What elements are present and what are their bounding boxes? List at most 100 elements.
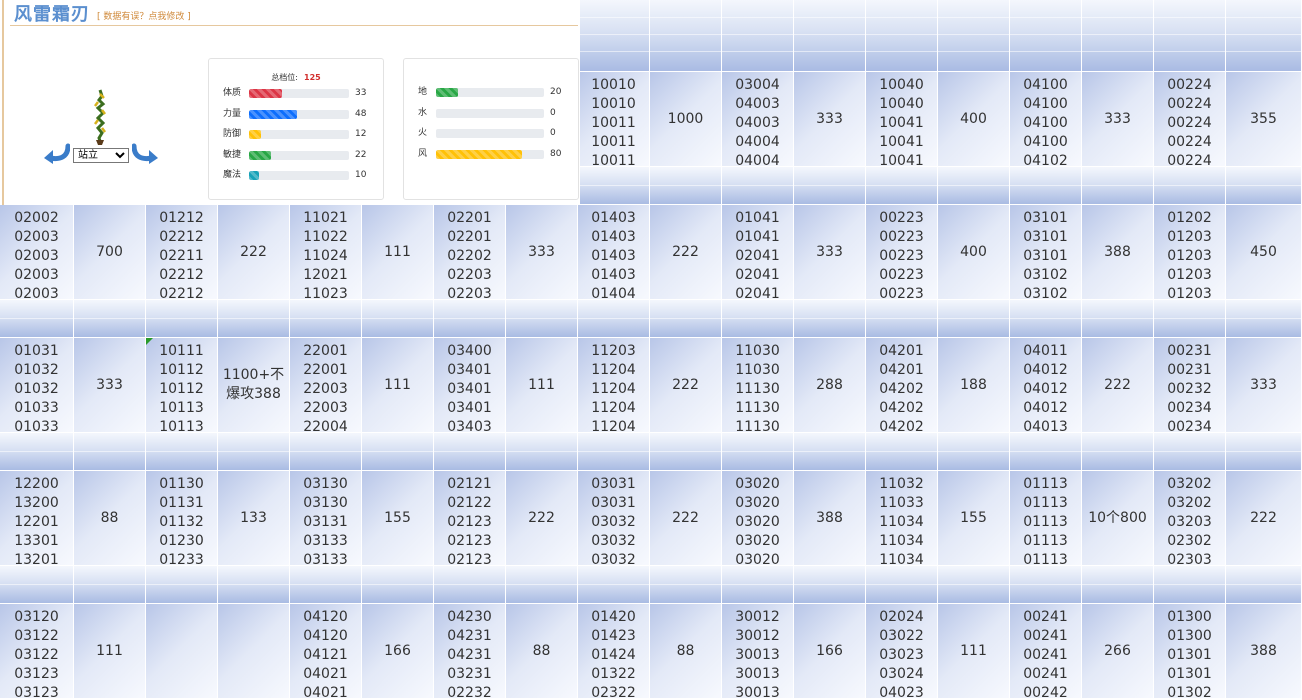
- grid-band-cell: [74, 566, 146, 604]
- value-cell[interactable]: 10个800: [1082, 471, 1154, 566]
- code-cell[interactable]: 04011 04012 04012 04012 04013: [1010, 338, 1082, 433]
- code-line: 30012: [735, 609, 780, 625]
- value-cell[interactable]: 333: [794, 72, 866, 167]
- code-cell[interactable]: 04100 04100 04100 04100 04102: [1010, 72, 1082, 167]
- code-cell[interactable]: 10040 10040 10041 10041 10041: [866, 72, 938, 167]
- value-text: 155: [960, 509, 987, 526]
- value-cell[interactable]: 1100+不爆攻388: [218, 338, 290, 433]
- value-cell[interactable]: 266: [1082, 604, 1154, 699]
- code-cell[interactable]: 03004 04003 04003 04004 04004: [722, 72, 794, 167]
- value-cell[interactable]: 450: [1226, 205, 1302, 300]
- value-cell[interactable]: 111: [938, 604, 1010, 699]
- value-cell[interactable]: 700: [74, 205, 146, 300]
- value-cell[interactable]: 88: [74, 471, 146, 566]
- code-list: 11030 11030 11130 11130 11130: [722, 342, 793, 432]
- value-cell[interactable]: 88: [650, 604, 722, 699]
- code-cell[interactable]: 01130 01131 01132 01230 01233: [146, 471, 218, 566]
- value-cell[interactable]: 388: [1226, 604, 1302, 699]
- code-cell[interactable]: 01041 01041 02041 02041 02041: [722, 205, 794, 300]
- value-cell[interactable]: 111: [506, 338, 578, 433]
- value-cell[interactable]: 222: [218, 205, 290, 300]
- code-cell[interactable]: 03031 03031 03032 03032 03032: [578, 471, 650, 566]
- code-cell[interactable]: 11203 11204 11204 11204 11204: [578, 338, 650, 433]
- value-cell[interactable]: 333: [1082, 72, 1154, 167]
- code-cell[interactable]: 03120 03122 03122 03123 03123: [0, 604, 74, 699]
- value-cell[interactable]: 222: [1226, 471, 1302, 566]
- value-cell[interactable]: 188: [938, 338, 1010, 433]
- code-cell[interactable]: 02002 02003 02003 02003 02003: [0, 205, 74, 300]
- code-line: 04100: [1023, 115, 1068, 131]
- stance-select[interactable]: 站立: [73, 148, 129, 163]
- code-cell[interactable]: 01113 01113 01113 01113 01113: [1010, 471, 1082, 566]
- stat-value: 20: [550, 87, 562, 97]
- code-cell[interactable]: 12200 13200 12201 13301 13201: [0, 471, 74, 566]
- code-cell[interactable]: 03101 03101 03101 03102 03102: [1010, 205, 1082, 300]
- value-cell[interactable]: 88: [506, 604, 578, 699]
- report-error-link[interactable]: [ 数据有误？点我修改 ]: [97, 9, 191, 22]
- code-cell[interactable]: 00231 00231 00232 00234 00234: [1154, 338, 1226, 433]
- code-cell[interactable]: 01212 02212 02211 02212 02212: [146, 205, 218, 300]
- value-cell[interactable]: 400: [938, 205, 1010, 300]
- code-line: 01031: [14, 343, 59, 359]
- value-cell[interactable]: 111: [362, 205, 434, 300]
- value-cell[interactable]: 333: [74, 338, 146, 433]
- code-cell[interactable]: 04120 04120 04121 04021 04021: [290, 604, 362, 699]
- value-cell[interactable]: 400: [938, 72, 1010, 167]
- value-cell[interactable]: 355: [1226, 72, 1302, 167]
- code-cell[interactable]: 00224 00224 00224 00224 00224: [1154, 72, 1226, 167]
- value-text: 355: [1250, 110, 1277, 127]
- code-cell[interactable]: 02121 02122 02123 02123 02123: [434, 471, 506, 566]
- rotate-left-icon[interactable]: [42, 143, 70, 165]
- code-cell[interactable]: 10111 10112 10112 10113 10113: [146, 338, 218, 433]
- band-stripe: [146, 451, 217, 452]
- code-line: 00224: [1167, 134, 1212, 150]
- value-cell[interactable]: 111: [362, 338, 434, 433]
- value-cell[interactable]: 111: [74, 604, 146, 699]
- value-cell[interactable]: 133: [218, 471, 290, 566]
- code-cell[interactable]: 02024 03022 03023 03024 04023: [866, 604, 938, 699]
- value-cell[interactable]: 288: [794, 338, 866, 433]
- code-line: 01403: [591, 210, 636, 226]
- value-cell[interactable]: 155: [938, 471, 1010, 566]
- value-cell[interactable]: 333: [794, 205, 866, 300]
- code-cell[interactable]: 02201 02201 02202 02203 02203: [434, 205, 506, 300]
- value-cell[interactable]: 388: [1082, 205, 1154, 300]
- code-cell[interactable]: 30012 30012 30013 30013 30013: [722, 604, 794, 699]
- value-cell[interactable]: 1000: [650, 72, 722, 167]
- code-line: 01212: [159, 210, 204, 226]
- value-cell[interactable]: 166: [794, 604, 866, 699]
- code-cell[interactable]: 01403 01403 01403 01403 01404: [578, 205, 650, 300]
- code-cell[interactable]: 01031 01032 01032 01033 01033: [0, 338, 74, 433]
- code-cell[interactable]: 10010 10010 10011 10011 10011: [578, 72, 650, 167]
- code-cell[interactable]: 00241 00241 00241 00241 00242: [1010, 604, 1082, 699]
- code-cell[interactable]: 03400 03401 03401 03401 03403: [434, 338, 506, 433]
- value-cell[interactable]: 166: [362, 604, 434, 699]
- code-cell[interactable]: 22001 22001 22003 22003 22004: [290, 338, 362, 433]
- code-line: 02003: [14, 267, 59, 283]
- rotate-right-icon[interactable]: [132, 143, 160, 165]
- code-cell[interactable]: [146, 604, 218, 699]
- code-cell[interactable]: 00223 00223 00223 00223 00223: [866, 205, 938, 300]
- code-cell[interactable]: 01300 01300 01301 01301 01302: [1154, 604, 1226, 699]
- value-cell[interactable]: 222: [1082, 338, 1154, 433]
- value-cell[interactable]: 222: [650, 205, 722, 300]
- code-cell[interactable]: 04201 04201 04202 04202 04202: [866, 338, 938, 433]
- value-cell[interactable]: 388: [794, 471, 866, 566]
- code-cell[interactable]: 03020 03020 03020 03020 03020: [722, 471, 794, 566]
- code-cell[interactable]: 03130 03130 03131 03133 03133: [290, 471, 362, 566]
- value-cell[interactable]: 222: [506, 471, 578, 566]
- value-cell[interactable]: 222: [650, 338, 722, 433]
- value-cell[interactable]: [218, 604, 290, 699]
- code-cell[interactable]: 03202 03202 03203 02302 02303: [1154, 471, 1226, 566]
- code-cell[interactable]: 11021 11022 11024 12021 11023: [290, 205, 362, 300]
- code-line: 22003: [303, 381, 348, 397]
- code-cell[interactable]: 01202 01203 01203 01203 01203: [1154, 205, 1226, 300]
- value-cell[interactable]: 333: [1226, 338, 1302, 433]
- value-cell[interactable]: 222: [650, 471, 722, 566]
- code-cell[interactable]: 01420 01423 01424 01322 02322: [578, 604, 650, 699]
- code-cell[interactable]: 04230 04231 04231 03231 02232: [434, 604, 506, 699]
- value-cell[interactable]: 333: [506, 205, 578, 300]
- code-cell[interactable]: 11030 11030 11130 11130 11130: [722, 338, 794, 433]
- code-cell[interactable]: 11032 11033 11034 11034 11034: [866, 471, 938, 566]
- value-cell[interactable]: 155: [362, 471, 434, 566]
